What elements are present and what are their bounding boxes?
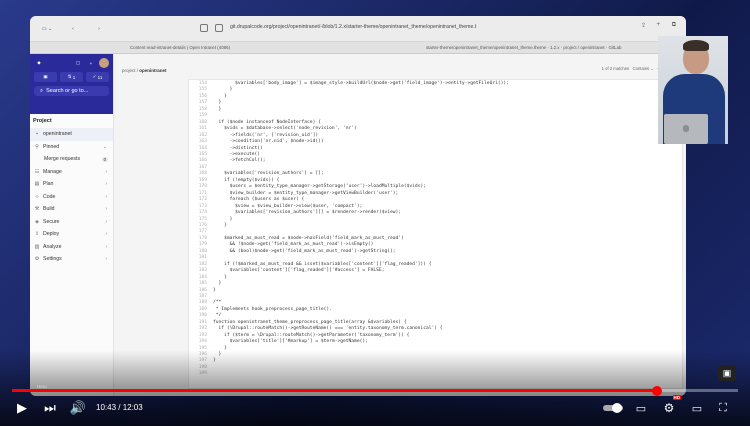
tab-gitlab-file[interactable]: starter-theme/openintranet_theme/openint…: [426, 45, 622, 50]
code-text: $variables['body_image'] = $image_style-…: [213, 81, 509, 86]
share-icon[interactable]: ⇪: [641, 22, 646, 29]
chevron-right-icon: ›: [105, 206, 107, 213]
find-mode-select[interactable]: Contains: [633, 66, 650, 71]
find-status: 1 of 2 matches: [601, 66, 630, 71]
issues-counter[interactable]: ▣: [34, 72, 57, 82]
manage-icon: ☷: [34, 168, 40, 175]
sidebar-nav: ▪ openintranet ⚲ Pinned ⌄ Merge requests 0 ☷…: [30, 128, 113, 266]
code-viewer: 154 $variables['body_image'] = $image_st…: [188, 79, 683, 389]
code-text: * Implements hook_preprocess_page_title(…: [213, 306, 332, 312]
sidebar-item-build[interactable]: ⚒ Build ›: [30, 203, 113, 216]
code-icon: ‹›: [35, 193, 39, 200]
sidebar-item-secure[interactable]: ◈ Secure ›: [30, 216, 113, 229]
address-bar[interactable]: git.drupalcode.org/project/openintranet/…: [230, 24, 476, 30]
avatar[interactable]: [99, 58, 109, 68]
fullscreen-icon[interactable]: ⛶: [714, 398, 732, 418]
autoplay-toggle-icon: [603, 403, 623, 413]
code-text: $variables['revision_authors'][] = $rend…: [213, 210, 402, 216]
breadcrumb: project / openintranet: [122, 68, 167, 73]
sidebar-item-analyze[interactable]: ▥ Analyze ›: [30, 241, 113, 254]
sidebar-header: ◆ ▢ + ▣ ⇅ 1 ✓ 11 ⌕ Search or go to...: [30, 54, 113, 114]
breadcrumb-parent[interactable]: project: [122, 68, 136, 73]
new-tab-icon[interactable]: +: [656, 22, 660, 28]
progress-fill: [12, 389, 658, 392]
presenter-webcam: [658, 36, 728, 144]
chevron-right-icon: ›: [105, 231, 107, 238]
back-icon[interactable]: ‹: [64, 26, 82, 32]
miniplayer-icon[interactable]: ▣: [718, 365, 736, 381]
chevron-down-icon: ⌄: [102, 143, 107, 150]
forward-icon[interactable]: ›: [90, 26, 108, 32]
code-text: $variables['content']['flag_readed']['#a…: [213, 268, 385, 274]
code-text: }: [213, 106, 222, 112]
collapse-sidebar-icon[interactable]: ▢: [73, 58, 83, 68]
search-icon: ⌕: [40, 87, 44, 94]
sidebar-toggle-icon[interactable]: ▭ ⌄: [38, 26, 56, 32]
gitlab-logo-icon[interactable]: ◆: [34, 58, 44, 68]
sidebar-item-plan[interactable]: ▤ Plan ›: [30, 178, 113, 191]
screen-recording: ▭ ⌄ ‹ › git.drupalcode.org/project/openi…: [30, 16, 686, 396]
apple-logo-icon: [683, 125, 689, 132]
chevron-right-icon: ›: [105, 256, 107, 263]
time-display: 10:43 / 12:03: [96, 403, 143, 412]
next-icon[interactable]: ⏭: [40, 398, 60, 418]
progress-bar[interactable]: [12, 385, 738, 396]
subtitles-icon[interactable]: ▭: [632, 398, 650, 418]
gear-icon: ⚙: [34, 256, 40, 263]
search-button[interactable]: ⌕ Search or go to...: [34, 86, 109, 96]
chevron-right-icon: ›: [105, 218, 107, 225]
player-controls: ▶ ⏭ 🔊 10:43 / 12:03 ▭ ⚙ HD ▭ ⛶: [0, 395, 750, 420]
create-new-icon[interactable]: +: [86, 58, 96, 68]
sidebar-item-merge-requests[interactable]: Merge requests 0: [30, 153, 113, 166]
sidebar-item-deploy[interactable]: ⇪ Deploy ›: [30, 228, 113, 241]
merge-requests-counter[interactable]: ⇅ 1: [60, 72, 83, 82]
context-label: Project: [33, 118, 52, 124]
breadcrumb-current[interactable]: openintranet: [139, 68, 166, 73]
shield-icon: ◈: [35, 218, 39, 225]
tab-bar: Content read-intranet-details | Open Int…: [30, 42, 686, 54]
gitlab-sidebar: ◆ ▢ + ▣ ⇅ 1 ✓ 11 ⌕ Search or go to... Pr…: [30, 54, 114, 396]
scrubber-handle[interactable]: [652, 385, 663, 396]
sidebar-item-settings[interactable]: ⚙ Settings ›: [30, 253, 113, 266]
todos-counter[interactable]: ✓ 11: [86, 72, 109, 82]
sidebar-item-manage[interactable]: ☷ Manage ›: [30, 166, 113, 179]
code-text: ->fetchCol();: [213, 158, 266, 164]
settings-gear-icon[interactable]: ⚙ HD: [660, 395, 681, 418]
chevron-right-icon: ›: [105, 193, 107, 200]
project-avatar-icon: ▪: [36, 131, 38, 138]
build-icon: ⚒: [34, 206, 40, 213]
deploy-icon: ⇪: [34, 231, 40, 238]
chevron-right-icon: ›: [105, 181, 107, 188]
code-text: $variables['title']['#markup'] = $term->…: [213, 339, 368, 345]
code-text: && (bool)$node->get('field_mark_as_must_…: [213, 248, 396, 254]
sidebar-item-pinned[interactable]: ⚲ Pinned ⌄: [30, 141, 113, 154]
video-frame[interactable]: ▭ ⌄ ‹ › git.drupalcode.org/project/openi…: [0, 0, 750, 426]
plan-icon: ▤: [34, 181, 40, 188]
chevron-right-icon: ›: [105, 168, 107, 175]
autoplay-toggle[interactable]: [602, 398, 624, 418]
reader-icon[interactable]: [215, 24, 223, 32]
chart-icon: ▥: [34, 243, 40, 250]
play-icon[interactable]: ▶: [12, 398, 32, 418]
pin-icon: ⚲: [35, 143, 39, 150]
theater-mode-icon[interactable]: ▭: [688, 398, 706, 418]
browser-toolbar: ▭ ⌄ ‹ › git.drupalcode.org/project/openi…: [30, 16, 686, 42]
code-text: }: [213, 222, 227, 228]
tab-open-intranet[interactable]: Content read-intranet-details | Open Int…: [130, 45, 230, 50]
tabs-icon[interactable]: ⧉: [672, 22, 676, 29]
sidebar-item-code[interactable]: ‹› Code ›: [30, 191, 113, 204]
tab-overview-icon[interactable]: [200, 24, 208, 32]
chevron-right-icon: ›: [105, 243, 107, 250]
sidebar-item-openintranet[interactable]: ▪ openintranet: [30, 128, 113, 141]
hd-badge: HD: [672, 395, 681, 400]
volume-icon[interactable]: 🔊: [68, 398, 88, 418]
count-badge: 0: [101, 156, 108, 162]
code-text: }: [213, 287, 216, 293]
